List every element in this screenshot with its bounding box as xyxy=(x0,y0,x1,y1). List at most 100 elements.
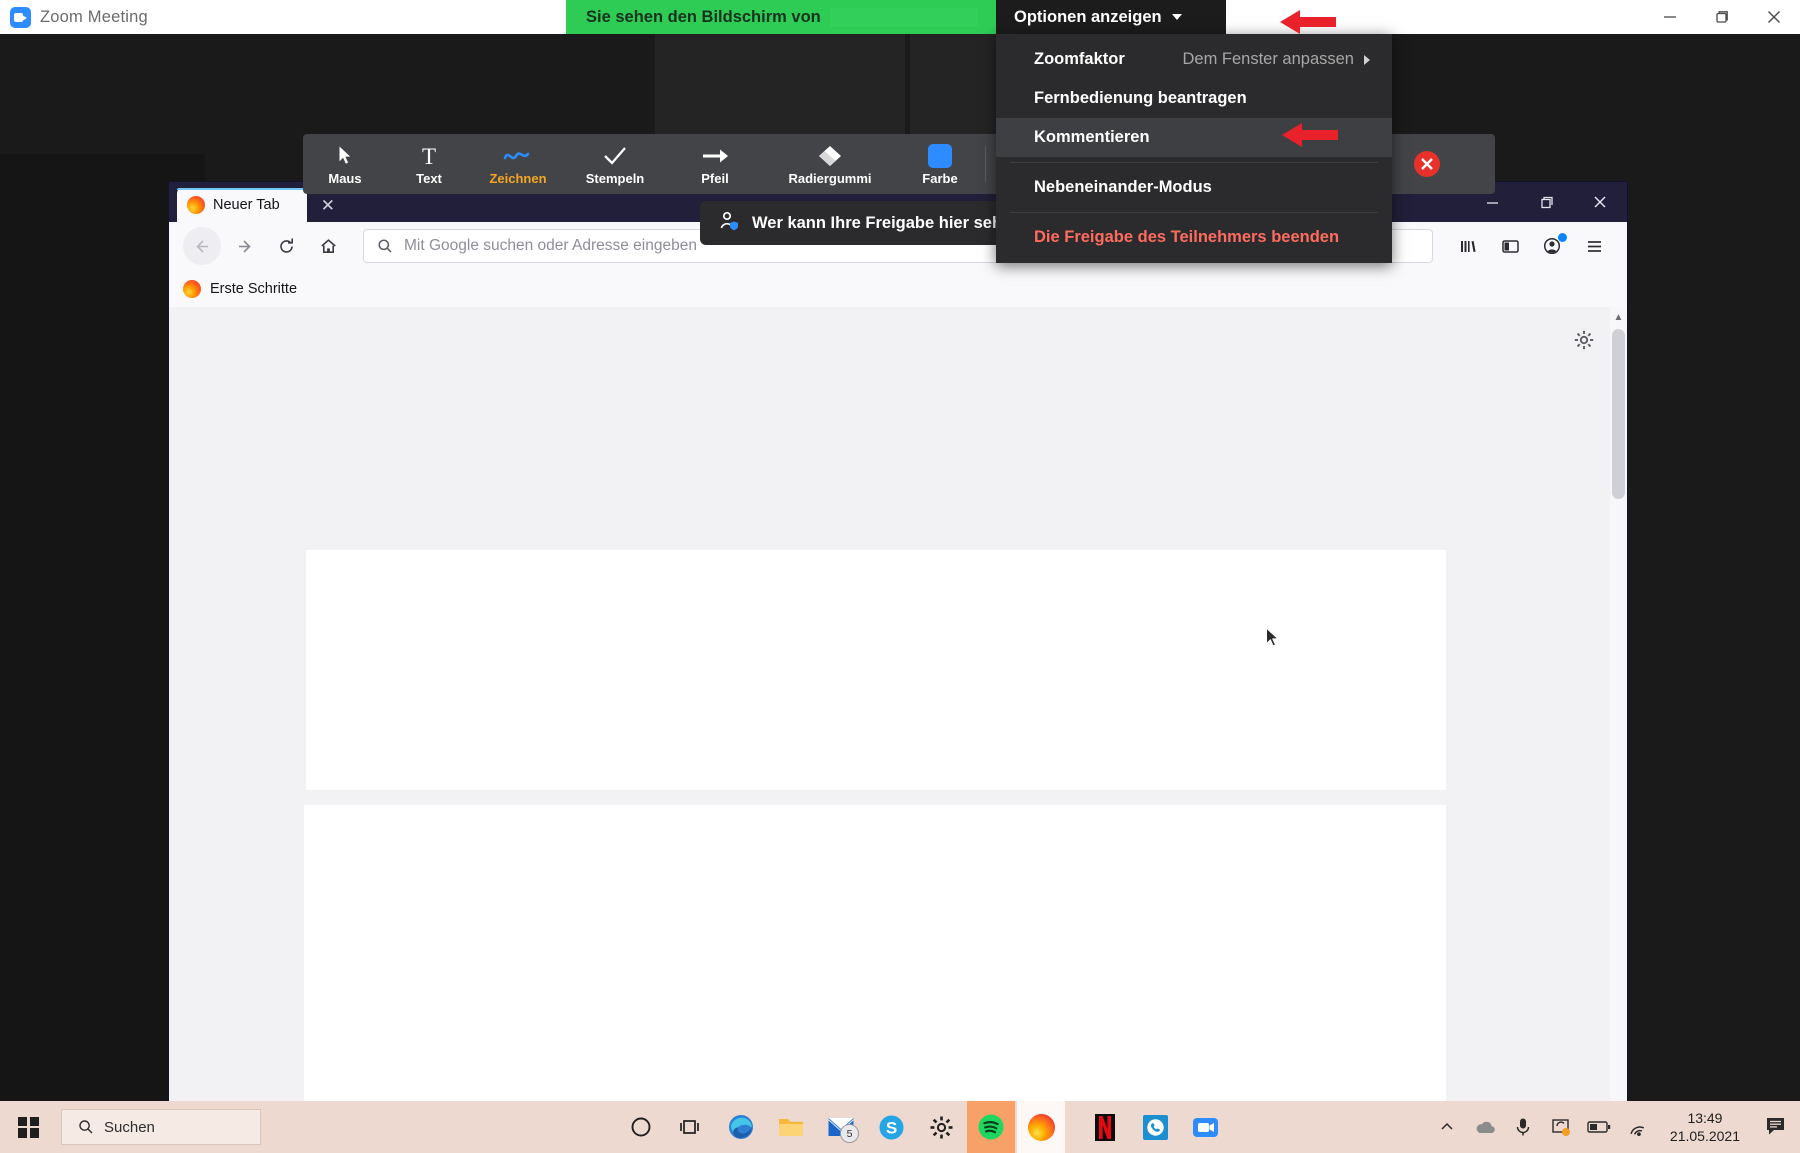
browser-content-area: Das Web durchsuchen ▲ ▼ xyxy=(169,307,1627,1117)
search-icon xyxy=(378,239,392,253)
bookmarks-toolbar: Erste Schritte xyxy=(169,270,1627,307)
color-swatch-icon xyxy=(928,142,952,169)
skype-icon[interactable]: S xyxy=(867,1101,915,1153)
firefox-icon[interactable] xyxy=(1017,1101,1065,1153)
annot-tool-stempeln[interactable]: Stempeln xyxy=(565,134,665,194)
close-icon[interactable] xyxy=(1573,182,1627,222)
menu-divider xyxy=(1010,212,1378,213)
whatsapp-icon[interactable] xyxy=(1131,1101,1179,1153)
bookmark-item-label[interactable]: Erste Schritte xyxy=(210,281,297,297)
checkmark-stamp-icon xyxy=(602,142,628,169)
action-center-icon[interactable] xyxy=(1754,1101,1800,1153)
onedrive-cloud-icon[interactable] xyxy=(1466,1101,1504,1153)
edge-icon[interactable] xyxy=(717,1101,765,1153)
home-icon[interactable] xyxy=(309,227,347,265)
person-shield-icon xyxy=(718,210,740,237)
system-tray: 13:49 21.05.2021 xyxy=(1428,1101,1800,1153)
menu-item-value: Dem Fenster anpassen xyxy=(1182,50,1370,69)
annot-tool-label: Pfeil xyxy=(701,171,729,186)
share-banner-text: Sie sehen den Bildschirm von xyxy=(586,7,821,26)
annot-tool-zeichnen[interactable]: Zeichnen xyxy=(471,134,565,194)
annot-tool-label: Stempeln xyxy=(585,171,645,186)
task-view-icon[interactable] xyxy=(667,1101,715,1153)
text-t-icon: T xyxy=(418,142,440,169)
scroll-up-arrow-icon[interactable]: ▲ xyxy=(1610,307,1627,327)
content-card xyxy=(306,550,1446,790)
netflix-icon[interactable] xyxy=(1081,1101,1129,1153)
clock-date: 21.05.2021 xyxy=(1669,1128,1740,1144)
microphone-icon[interactable] xyxy=(1504,1101,1542,1153)
annot-tool-farbe[interactable]: Farbe xyxy=(895,134,985,194)
options-anzeigen-button[interactable]: Optionen anzeigen xyxy=(996,0,1226,34)
windows-start-icon[interactable] xyxy=(0,1101,57,1153)
close-icon[interactable] xyxy=(1748,0,1800,34)
taskbar-search-box[interactable]: Suchen xyxy=(61,1109,261,1145)
account-notification-dot xyxy=(1558,233,1567,242)
wifi-icon[interactable] xyxy=(1618,1101,1656,1153)
desktop-shape xyxy=(655,34,905,149)
annot-tool-label: Farbe xyxy=(922,171,958,186)
library-icon[interactable] xyxy=(1449,227,1487,265)
menu-item-label: Nebeneinander-Modus xyxy=(1034,178,1212,196)
annot-tool-maus[interactable]: Maus xyxy=(303,134,387,194)
eraser-icon xyxy=(817,142,843,169)
reload-icon[interactable] xyxy=(267,227,305,265)
back-arrow-icon[interactable] xyxy=(183,227,221,265)
annot-tool-text[interactable]: T Text xyxy=(387,134,471,194)
annot-tool-pfeil[interactable]: Pfeil xyxy=(665,134,765,194)
taskbar-app-icons: 5 S xyxy=(617,1101,1229,1153)
svg-text:S: S xyxy=(885,1118,896,1137)
annot-tool-label: Radiergummi xyxy=(788,171,872,186)
menu-item-label: Kommentieren xyxy=(1034,128,1150,146)
vertical-scrollbar[interactable]: ▲ ▼ xyxy=(1610,307,1627,1117)
zoom-icon[interactable] xyxy=(1181,1101,1229,1153)
battery-icon[interactable] xyxy=(1580,1101,1618,1153)
hamburger-menu-icon[interactable] xyxy=(1575,227,1613,265)
cortana-circle-icon[interactable] xyxy=(617,1101,665,1153)
forward-arrow-icon[interactable] xyxy=(225,227,263,265)
menu-item-label: Fernbedienung beantragen xyxy=(1034,89,1247,107)
menu-item-zoomfaktor[interactable]: Zoomfaktor Dem Fenster anpassen xyxy=(996,40,1392,79)
chevron-up-icon[interactable] xyxy=(1428,1101,1466,1153)
menu-item-value-text: Dem Fenster anpassen xyxy=(1182,50,1354,68)
gear-icon[interactable] xyxy=(1573,329,1595,356)
window-title: Zoom Meeting xyxy=(40,7,148,26)
menu-item-label: Zoomfaktor xyxy=(1034,50,1125,68)
svg-text:T: T xyxy=(422,144,436,168)
browser-tab[interactable]: Neuer Tab ✕ xyxy=(177,188,335,222)
clock-time: 13:49 xyxy=(1687,1109,1723,1126)
url-placeholder: Mit Google suchen oder Adresse eingeben xyxy=(404,237,697,254)
spotify-icon[interactable] xyxy=(967,1101,1015,1153)
annot-tool-radiergummi[interactable]: Radiergummi xyxy=(765,134,895,194)
menu-item-freigabe-beenden[interactable]: Die Freigabe des Teilnehmers beenden xyxy=(996,218,1392,257)
taskbar-clock[interactable]: 13:49 21.05.2021 xyxy=(1656,1109,1754,1145)
minimize-icon[interactable] xyxy=(1644,0,1696,34)
windows-taskbar: Suchen 5 S 13:49 21.05.2021 xyxy=(0,1101,1800,1153)
menu-item-kommentieren[interactable]: Kommentieren xyxy=(996,118,1392,157)
taskbar-search-label: Suchen xyxy=(104,1118,155,1136)
scrollbar-thumb[interactable] xyxy=(1612,329,1625,499)
mail-icon[interactable]: 5 xyxy=(817,1101,865,1153)
arrow-right-icon xyxy=(701,142,729,169)
zoom-meeting-window: Neuer Tab ✕ Mit Google suchen oder Adres… xyxy=(0,0,1800,1153)
zoom-window-controls xyxy=(1644,0,1800,34)
options-button-label: Optionen anzeigen xyxy=(1014,7,1162,26)
annot-tool-label: Text xyxy=(416,171,442,186)
firefox-icon xyxy=(183,279,201,298)
file-explorer-icon[interactable] xyxy=(767,1101,815,1153)
menu-divider xyxy=(1010,162,1378,163)
restore-icon[interactable] xyxy=(1519,182,1573,222)
chevron-down-icon xyxy=(1171,14,1182,20)
close-icon[interactable]: ✕ xyxy=(321,197,335,214)
menu-item-fernbedienung-beantragen[interactable]: Fernbedienung beantragen xyxy=(996,79,1392,118)
menu-item-nebeneinander-modus[interactable]: Nebeneinander-Modus xyxy=(996,168,1392,207)
maximize-icon[interactable] xyxy=(1696,0,1748,34)
settings-gear-icon[interactable] xyxy=(917,1101,965,1153)
account-icon[interactable] xyxy=(1533,227,1571,265)
firefox-icon xyxy=(187,196,205,214)
menu-item-label: Die Freigabe des Teilnehmers beenden xyxy=(1034,228,1340,246)
sync-update-icon[interactable] xyxy=(1542,1101,1580,1153)
mouse-pointer-icon xyxy=(1265,627,1281,654)
close-circle-icon[interactable] xyxy=(1391,134,1463,194)
sidebar-icon[interactable] xyxy=(1491,227,1529,265)
